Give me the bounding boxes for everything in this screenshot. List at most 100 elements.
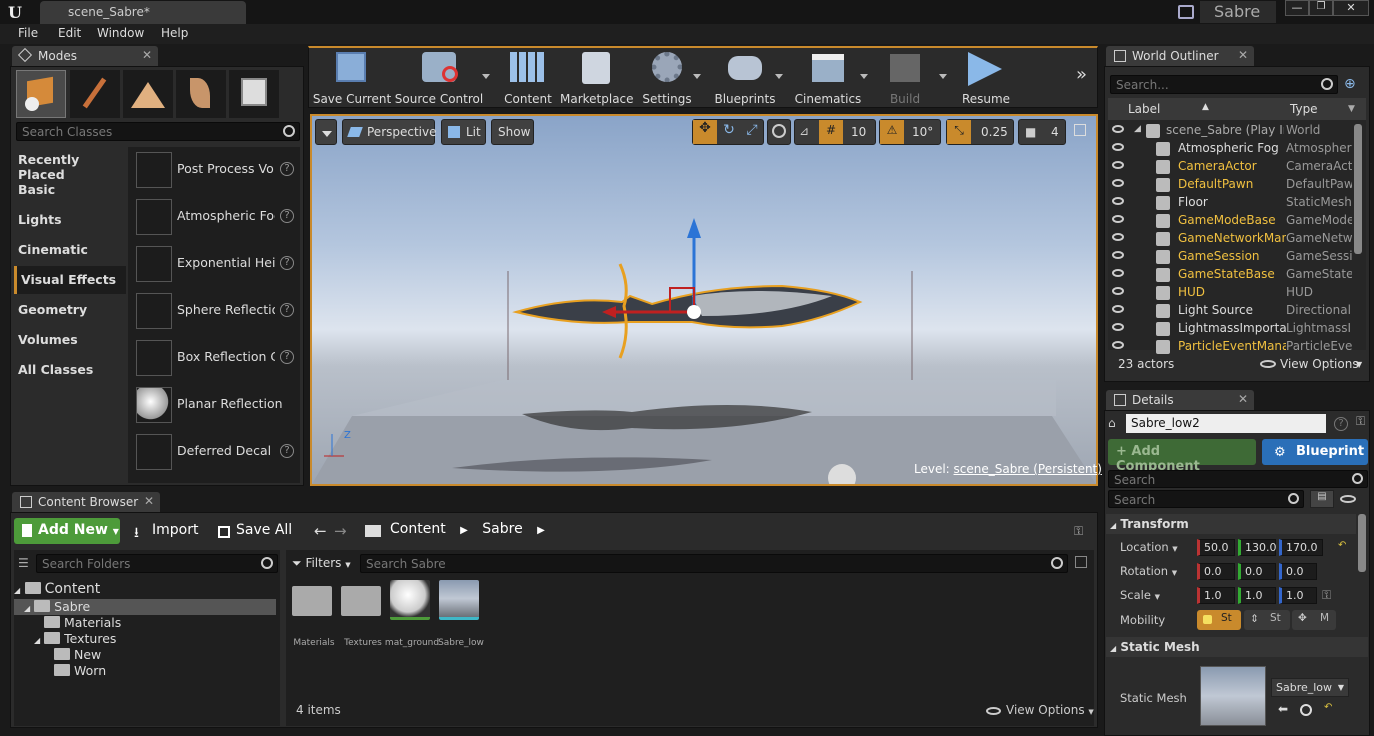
search-classes-input[interactable]: Search Classes [16,122,300,141]
outliner-row[interactable]: GameSession GameSessic [1108,248,1358,266]
outliner-row[interactable]: CameraActor CameraActo [1108,158,1358,176]
outliner-view-options-button[interactable]: View Options [1280,357,1359,371]
rotation-y-field[interactable]: 0.0 [1238,563,1276,580]
outliner-root-row[interactable]: ◢ scene_Sabre (Play In EWorld [1108,122,1358,140]
show-button[interactable]: Show [491,119,534,145]
transform-section-header[interactable]: ◢ Transform [1106,514,1356,534]
details-search-input[interactable]: Search [1108,490,1304,508]
settings-dropdown-arrow[interactable] [693,74,701,79]
marketplace-button[interactable]: Marketplace [560,48,634,108]
close-icon[interactable]: ✕ [144,494,154,508]
visibility-eye-icon[interactable] [1112,341,1124,349]
close-window-button[interactable]: ✕ [1333,0,1369,16]
toolbar-overflow-icon[interactable]: » [1076,64,1087,85]
tree-item-content[interactable]: ◢ Content [14,581,100,597]
static-mesh-section-header[interactable]: ◢ Static Mesh [1106,637,1368,657]
actor-name-field[interactable]: Sabre_low2 [1126,414,1326,433]
visibility-eye-icon[interactable] [1112,179,1124,187]
visibility-eye-icon[interactable] [1112,305,1124,313]
import-button[interactable]: ⭳ Import [128,518,206,544]
scale-x-field[interactable]: 1.0 [1197,587,1235,604]
mode-foliage-button[interactable] [176,70,226,118]
breadcrumb-separator-icon[interactable]: ▶ [537,525,545,536]
scale-y-field[interactable]: 1.0 [1238,587,1276,604]
scale-snap-group[interactable]: ⤡ 0.25 [946,119,1014,145]
asset-tile[interactable]: Sabre_low [438,580,484,648]
mode-item[interactable]: Post Process Vo? [130,150,300,194]
mode-item[interactable]: Exponential Heig? [130,244,300,288]
property-matrix-icon[interactable]: ▤ [1310,490,1334,508]
outliner-row[interactable]: DefaultPawn DefaultPaw [1108,176,1358,194]
location-label[interactable]: Location ▼ [1120,540,1178,554]
visibility-eye-icon[interactable] [1112,323,1124,331]
save-search-icon[interactable] [1075,556,1087,568]
location-x-field[interactable]: 50.0 [1197,539,1235,556]
static-mesh-thumbnail[interactable] [1200,666,1266,726]
outliner-search-input[interactable]: Search... [1110,75,1338,94]
content-view-options-button[interactable]: View Options ▼ [986,703,1094,717]
menu-file[interactable]: File [18,26,38,40]
rotation-label[interactable]: Rotation ▼ [1120,564,1177,578]
details-scrollbar[interactable] [1358,514,1366,572]
grid-snap-group[interactable]: ⊿ # 10 [794,119,876,145]
breadcrumb-sabre[interactable]: Sabre [482,521,522,537]
translate-tool-icon[interactable]: ✥ [693,120,717,144]
modes-tab[interactable]: Modes ✕ [12,46,158,68]
location-z-field[interactable]: 170.0 [1279,539,1323,556]
visibility-eye-icon[interactable] [1112,161,1124,169]
category-volumes[interactable]: Volumes [14,328,126,354]
sabre-mesh[interactable] [512,284,863,329]
mobility-movable-button[interactable]: ✥ M [1292,610,1336,630]
menu-help[interactable]: Help [161,26,188,40]
outliner-row[interactable]: HUD HUD [1108,284,1358,302]
mode-place-button[interactable] [16,70,66,118]
asset-tile[interactable]: Materials [292,580,336,648]
filters-button[interactable]: ⏷ Filters ▼ [292,554,354,573]
close-icon[interactable]: ✕ [142,48,152,62]
settings-button[interactable]: Settings [638,48,696,108]
visibility-eye-icon[interactable] [1112,143,1124,151]
breadcrumb-separator-icon[interactable]: ▶ [460,525,468,536]
back-arrow-icon[interactable]: ← [314,522,327,540]
content-button[interactable]: Content [500,48,556,108]
help-icon[interactable]: ? [280,209,294,223]
outliner-row[interactable]: LightmassImportan LightmassIr [1108,320,1358,338]
category-visual-effects[interactable]: Visual Effects [14,266,126,294]
mode-geometry-button[interactable] [229,70,279,118]
tree-item-sabre[interactable]: ◢ Sabre [24,599,90,615]
breadcrumb-content[interactable]: Content [390,521,446,537]
help-icon[interactable]: ? [280,303,294,317]
rotation-snap-icon[interactable]: ⚠ [880,120,904,144]
reset-location-icon[interactable]: ↶ [1338,540,1346,551]
lit-button[interactable]: Lit [441,119,486,145]
help-icon[interactable]: ? [280,162,294,176]
source-control-dropdown-arrow[interactable] [482,74,490,79]
component-search-input[interactable]: Search [1108,470,1368,488]
help-icon[interactable]: ? [1334,417,1348,431]
tree-item-materials[interactable]: Materials [44,615,121,631]
close-icon[interactable]: ✕ [1238,48,1248,62]
outliner-row[interactable]: GameModeBase GameModeB [1108,212,1358,230]
close-icon[interactable]: ✕ [1238,392,1248,406]
rotation-x-field[interactable]: 0.0 [1197,563,1235,580]
tree-item-worn[interactable]: Worn [54,663,106,679]
rotation-z-field[interactable]: 0.0 [1279,563,1317,580]
visibility-eye-icon[interactable] [1112,197,1124,205]
outliner-row[interactable]: Light Source DirectionalL [1108,302,1358,320]
tree-item-new[interactable]: New [54,647,101,663]
menu-window[interactable]: Window [97,26,144,40]
scale-label[interactable]: Scale ▼ [1120,588,1160,602]
category-lights[interactable]: Lights [14,208,126,234]
scale-snap-icon[interactable]: ⤡ [947,120,971,144]
blueprints-dropdown-arrow[interactable] [775,74,783,79]
outliner-row[interactable]: GameNetworkManagGameNetwo [1108,230,1358,248]
minimize-button[interactable]: — [1285,0,1309,16]
location-y-field[interactable]: 130.0 [1238,539,1277,556]
lock-icon[interactable]: ⚿ [1356,414,1365,429]
category-cinematic[interactable]: Cinematic [14,238,126,264]
outliner-row[interactable]: Floor StaticMeshA [1108,194,1358,212]
mode-item[interactable]: Planar Reflection [130,385,300,429]
mode-item[interactable]: Sphere Reflectio? [130,291,300,335]
reset-mesh-icon[interactable]: ↶ [1324,702,1332,713]
category-basic[interactable]: Basic [14,178,126,204]
